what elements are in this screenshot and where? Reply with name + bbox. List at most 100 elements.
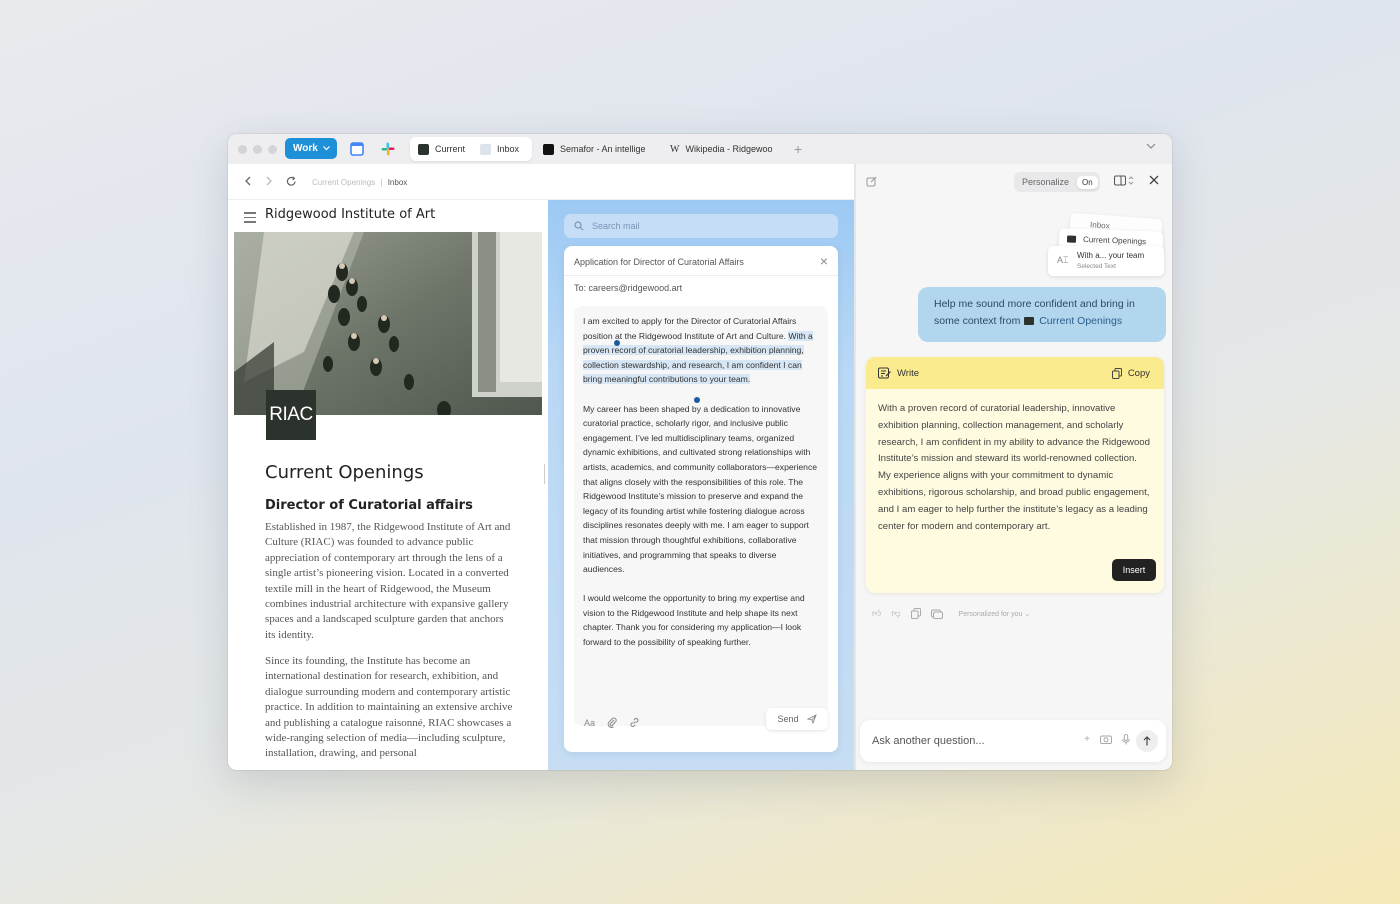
slack-icon[interactable] xyxy=(381,142,395,156)
assistant-sidebar: Personalize On Inbox Current Openings A⌶… xyxy=(856,164,1172,770)
thumbs-up-icon[interactable]: 👍︎ xyxy=(872,608,881,619)
window-close-dot[interactable] xyxy=(238,145,247,154)
space-label: Work xyxy=(293,143,318,154)
pane-resize-handle[interactable] xyxy=(544,464,545,484)
copy-label: Copy xyxy=(1127,367,1150,379)
tab-semafor[interactable]: Semafor - An intellige xyxy=(543,137,651,161)
tab-label: Wikipedia - Ridgewoo xyxy=(685,144,773,154)
chevron-down-icon[interactable] xyxy=(1146,143,1156,149)
insert-button[interactable]: Insert xyxy=(1112,559,1156,581)
about-paragraph-1: Established in 1987, the Ridgewood Insti… xyxy=(265,521,511,641)
composer-toolbar: Aa xyxy=(584,717,640,728)
paper-plane-icon xyxy=(806,714,817,724)
ask-tools: + xyxy=(1084,734,1130,745)
site-title[interactable]: Ridgewood Institute of Art xyxy=(265,207,435,222)
context-card-selected-text[interactable]: A⌶ With a... your team Selected Text xyxy=(1048,246,1164,276)
job-title-heading: Director of Curatorial affairs xyxy=(265,498,473,513)
link-icon[interactable] xyxy=(629,717,640,728)
url-breadcrumb[interactable]: Current Openings | Inbox xyxy=(312,178,407,187)
new-tab-button[interactable]: + xyxy=(794,142,802,156)
reload-icon[interactable] xyxy=(286,176,297,187)
museum-atrium-photo xyxy=(234,232,542,415)
arrow-up-icon xyxy=(1143,736,1151,746)
semafor-favicon-icon xyxy=(543,143,554,155)
breadcrumb-inbox[interactable]: Inbox xyxy=(388,178,408,187)
calendar-icon[interactable] xyxy=(350,142,364,156)
write-icon xyxy=(878,367,891,379)
mail-pane: Search mail Application for Director of … xyxy=(548,200,854,770)
text-format-button[interactable]: Aa xyxy=(584,718,595,728)
regenerate-icon[interactable] xyxy=(930,609,943,619)
copy-icon xyxy=(1111,367,1122,379)
about-paragraph-2: Since its founding, the Institute has be… xyxy=(265,655,513,760)
personalized-for-you-dropdown[interactable]: Personalized for you ⌄ xyxy=(959,610,1031,618)
riac-favicon-icon xyxy=(418,143,429,155)
composer-divider xyxy=(564,275,838,276)
search-icon xyxy=(574,221,584,231)
user-prompt-bubble: Help me sound more confident and bring i… xyxy=(918,287,1166,342)
tab-label: Current xyxy=(435,144,466,154)
email-paragraph-2: My career has been shaped by a dedicatio… xyxy=(583,403,818,575)
riac-website: Ridgewood Institute of Art RIAC Current … xyxy=(228,200,546,770)
tab-current-openings[interactable]: Current xyxy=(418,137,466,161)
tab-wikipedia[interactable]: W Wikipedia - Ridgewoo xyxy=(670,137,776,161)
window-zoom-dot[interactable] xyxy=(268,145,277,154)
tab-inbox[interactable]: Inbox xyxy=(480,137,528,161)
close-icon[interactable] xyxy=(1149,175,1159,185)
riac-favicon-icon xyxy=(1066,235,1077,243)
window-minimize-dot[interactable] xyxy=(253,145,262,154)
browser-window: Work Current Inbox Semafor - An intellig… xyxy=(228,134,1172,770)
personalize-label: Personalize xyxy=(1022,177,1070,187)
sidebar-layout-icon[interactable] xyxy=(1114,175,1134,186)
email-paragraph-3: I would welcome the opportunity to bring… xyxy=(583,593,805,648)
write-card-title: Write xyxy=(897,367,919,379)
prompt-context-chip[interactable]: Current Openings xyxy=(1039,315,1122,327)
email-body-editor[interactable]: I am excited to apply for the Director o… xyxy=(574,306,828,726)
forward-arrow-icon[interactable] xyxy=(266,176,273,186)
page-heading: Current Openings xyxy=(265,462,424,483)
submit-arrow-button[interactable] xyxy=(1136,730,1158,752)
close-icon[interactable]: × xyxy=(820,253,828,269)
breadcrumb-separator: | xyxy=(380,178,383,187)
navigation-bar: Current Openings | Inbox xyxy=(228,164,854,200)
add-icon[interactable]: + xyxy=(1084,734,1090,745)
personalized-label: Personalized for you xyxy=(958,610,1023,618)
personalize-toggle[interactable]: Personalize On xyxy=(1014,172,1100,192)
send-label: Send xyxy=(777,714,799,724)
selection-end-handle[interactable] xyxy=(694,397,700,403)
send-button[interactable]: Send xyxy=(766,708,828,730)
write-response-card: Write Copy With a proven record of curat… xyxy=(866,357,1164,593)
breadcrumb-current-openings[interactable]: Current Openings xyxy=(312,178,375,187)
copy-icon[interactable] xyxy=(910,608,921,619)
generated-response-text: With a proven record of curatorial leade… xyxy=(878,403,1150,532)
tab-label: Semafor - An intellige xyxy=(560,144,646,154)
space-switcher-button[interactable]: Work xyxy=(285,138,337,159)
write-card-header: Write Copy xyxy=(866,357,1164,389)
hamburger-menu-icon[interactable] xyxy=(244,212,256,226)
personalize-state[interactable]: On xyxy=(1077,175,1098,189)
search-placeholder: Search mail xyxy=(592,221,640,231)
new-chat-icon[interactable] xyxy=(866,176,877,187)
email-paragraph-1: I am excited to apply for the Director o… xyxy=(583,314,818,387)
copy-button[interactable]: Copy xyxy=(1111,367,1150,379)
microphone-icon[interactable] xyxy=(1122,734,1130,745)
wikipedia-w-icon: W xyxy=(670,143,680,155)
ask-placeholder: Ask another question... xyxy=(872,735,985,747)
riac-logo: RIAC xyxy=(266,390,316,440)
attachment-icon[interactable] xyxy=(607,717,617,728)
email-composer: Application for Director of Curatorial A… xyxy=(564,246,838,752)
search-mail-input[interactable]: Search mail xyxy=(564,214,838,238)
back-arrow-icon[interactable] xyxy=(244,176,251,186)
thumbs-down-icon[interactable]: 👎︎ xyxy=(891,608,900,619)
email-recipient[interactable]: To: careers@ridgewood.art xyxy=(574,283,682,293)
context-card-label: Current Openings xyxy=(1082,235,1147,247)
mail-favicon-icon xyxy=(480,143,491,155)
selection-start-handle[interactable] xyxy=(614,340,620,346)
ask-question-input[interactable]: Ask another question... + xyxy=(860,720,1166,762)
context-card-label: With a... your team xyxy=(1077,251,1145,260)
camera-icon[interactable] xyxy=(1100,734,1112,744)
email-subject[interactable]: Application for Director of Curatorial A… xyxy=(574,257,744,267)
email-text-plain: I am excited to apply for the Director o… xyxy=(583,316,797,341)
chevron-down-icon xyxy=(322,146,330,151)
tab-bar: Work Current Inbox Semafor - An intellig… xyxy=(228,134,1172,164)
